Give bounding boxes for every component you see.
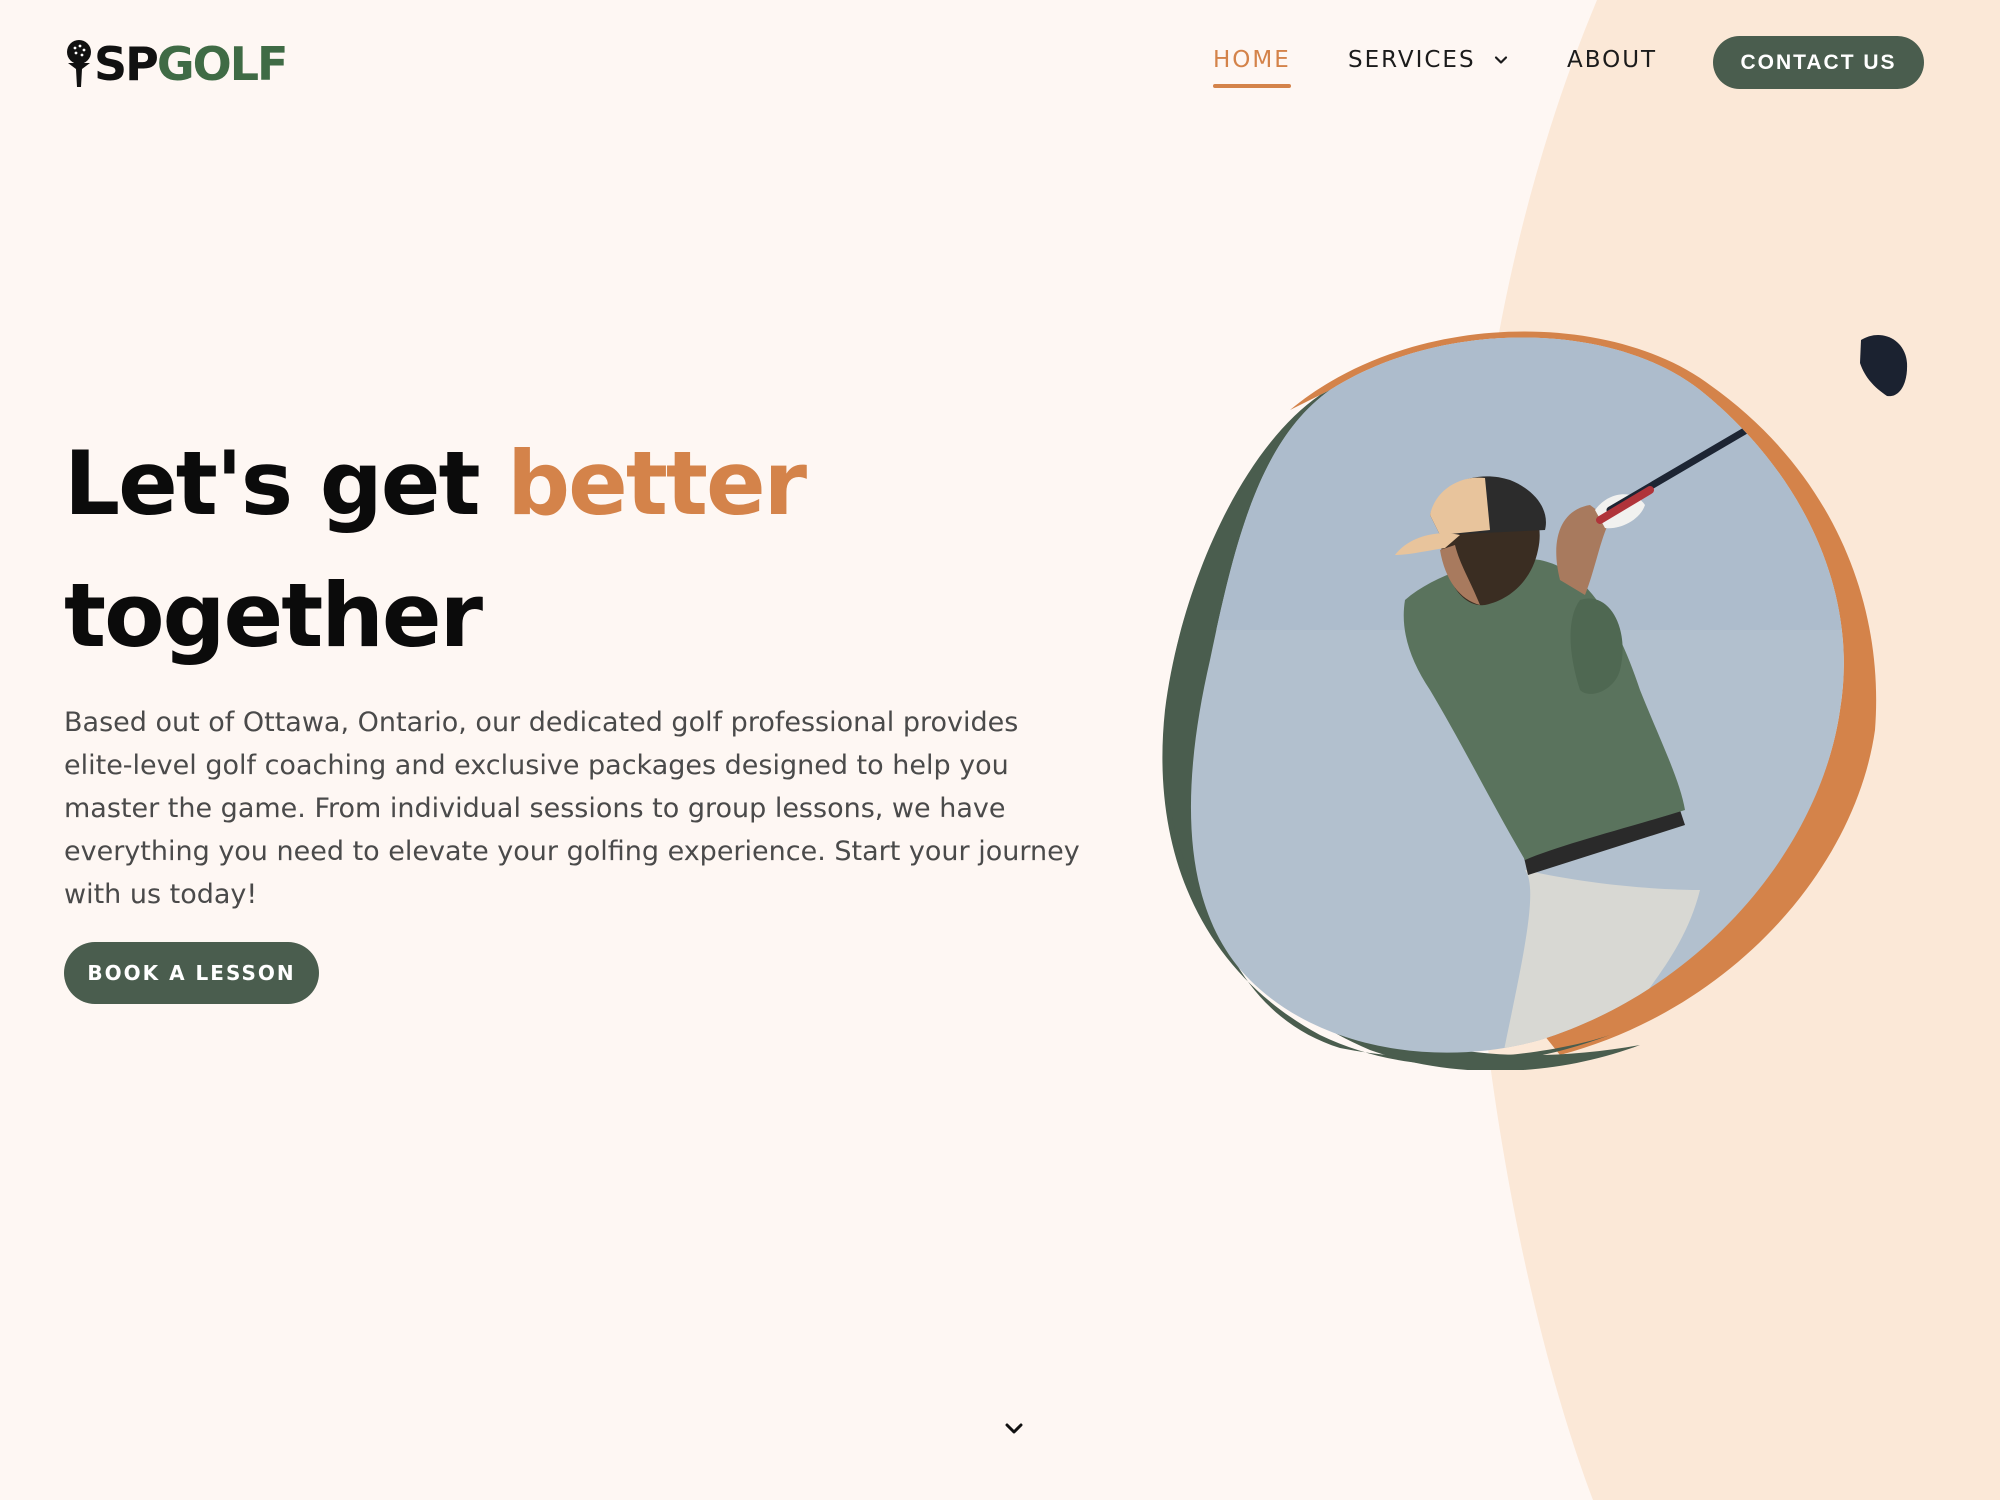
chevron-down-icon[interactable] bbox=[1002, 1418, 1026, 1438]
contact-us-button[interactable]: CONTACT US bbox=[1713, 36, 1924, 89]
logo-text-golf: GOLF bbox=[156, 37, 289, 91]
hero-title-part1: Let's get bbox=[64, 432, 481, 535]
nav-home-label: HOME bbox=[1213, 47, 1291, 73]
nav-home-link[interactable]: HOME bbox=[1213, 46, 1291, 88]
nav-about-label: ABOUT bbox=[1567, 47, 1658, 73]
chevron-down-icon bbox=[1494, 56, 1507, 64]
logo-text-sp: SP bbox=[94, 37, 159, 91]
book-lesson-button[interactable]: BOOK A LESSON bbox=[64, 942, 319, 1004]
hero-title-part2: together bbox=[64, 564, 483, 667]
hero-title-highlight: better bbox=[507, 432, 807, 535]
nav-services-link[interactable]: SERVICES bbox=[1348, 46, 1510, 74]
club-head bbox=[1860, 334, 1908, 397]
site-header: SP GOLF HOME SERVICES ABOUT CONTACT US bbox=[0, 0, 2000, 124]
golfer-swing-photo bbox=[1162, 331, 1908, 1070]
active-underline bbox=[1213, 84, 1291, 88]
golf-tee-icon bbox=[67, 40, 91, 87]
nav-about-link[interactable]: ABOUT bbox=[1567, 46, 1657, 74]
nav-services-label: SERVICES bbox=[1348, 47, 1476, 73]
hero-description: Based out of Ottawa, Ontario, our dedica… bbox=[64, 707, 1080, 910]
site-logo[interactable]: SP GOLF bbox=[64, 37, 289, 91]
hero-title: Let's get better together bbox=[64, 418, 964, 682]
